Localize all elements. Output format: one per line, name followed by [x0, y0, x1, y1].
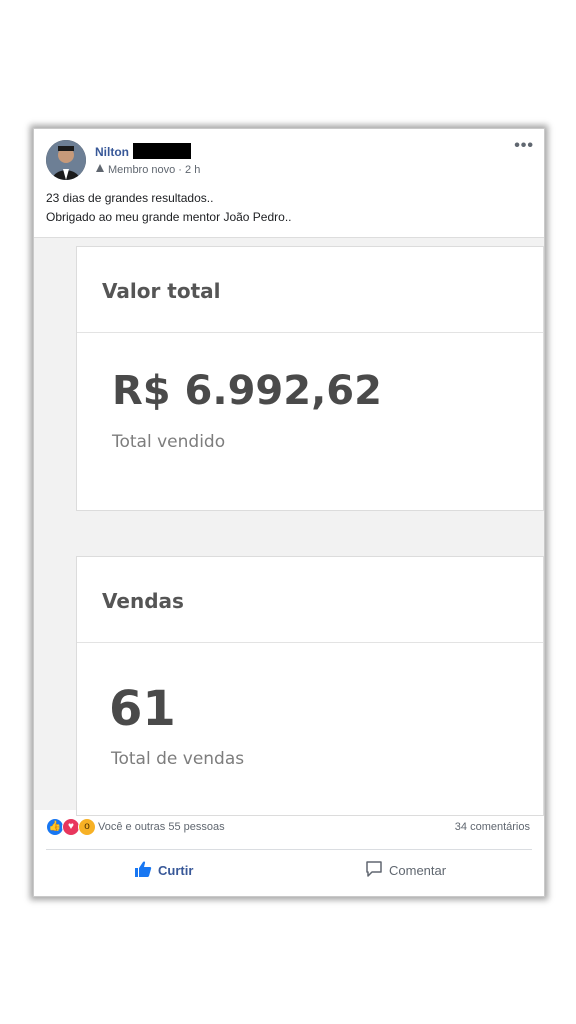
card-title: Valor total	[77, 247, 543, 333]
total-value-card: Valor total R$ 6.992,62 Total vendido	[76, 246, 544, 511]
like-button[interactable]: Curtir	[134, 860, 193, 881]
post-meta-text: Membro novo · 2 h	[108, 164, 201, 176]
card-title: Vendas	[77, 557, 543, 643]
divider	[46, 849, 532, 850]
reactions-bar: 👍 ♥ o Você e outras 55 pessoas 34 comentár…	[34, 814, 544, 840]
wow-icon: o	[78, 818, 96, 836]
card-subtitle: Total de vendas	[111, 749, 245, 769]
sales-card: Vendas 61 Total de vendas	[76, 556, 544, 816]
avatar[interactable]	[46, 140, 86, 180]
post-actions: Curtir Comentar	[34, 854, 544, 890]
caption-line-2: Obrigado ao meu grande mentor João Pedro…	[46, 210, 292, 224]
more-dots-icon[interactable]: •••	[514, 137, 534, 155]
card-value: R$ 6.992,62	[112, 368, 382, 414]
author-name[interactable]: Nilton	[95, 143, 191, 159]
thumbs-up-icon	[134, 860, 158, 881]
card-subtitle: Total vendido	[112, 432, 226, 452]
facebook-post: Nilton Membro novo · 2 h ••• 23 dias de …	[33, 128, 545, 897]
caption-line-1: 23 dias de grandes resultados..	[46, 191, 214, 205]
post-header: Nilton Membro novo · 2 h ••• 23 dias de …	[34, 129, 544, 239]
card-value: 61	[109, 681, 176, 737]
reaction-icons[interactable]: 👍 ♥ o	[46, 818, 96, 836]
post-caption: 23 dias de grandes resultados.. Obrigado…	[46, 189, 291, 227]
post-meta: Membro novo · 2 h	[95, 163, 200, 176]
post-image[interactable]: Valor total R$ 6.992,62 Total vendido Ve…	[34, 237, 544, 816]
comment-button[interactable]: Comentar	[365, 860, 446, 881]
comments-count[interactable]: 34 comentários	[455, 821, 530, 833]
comment-label: Comentar	[389, 863, 447, 878]
new-member-badge-icon	[95, 163, 105, 176]
like-label: Curtir	[158, 863, 194, 878]
author-name-text[interactable]: Nilton	[95, 145, 129, 159]
redaction-bar	[133, 143, 191, 159]
reactions-count[interactable]: Você e outras 55 pessoas	[98, 821, 225, 833]
comment-bubble-icon	[365, 860, 389, 881]
